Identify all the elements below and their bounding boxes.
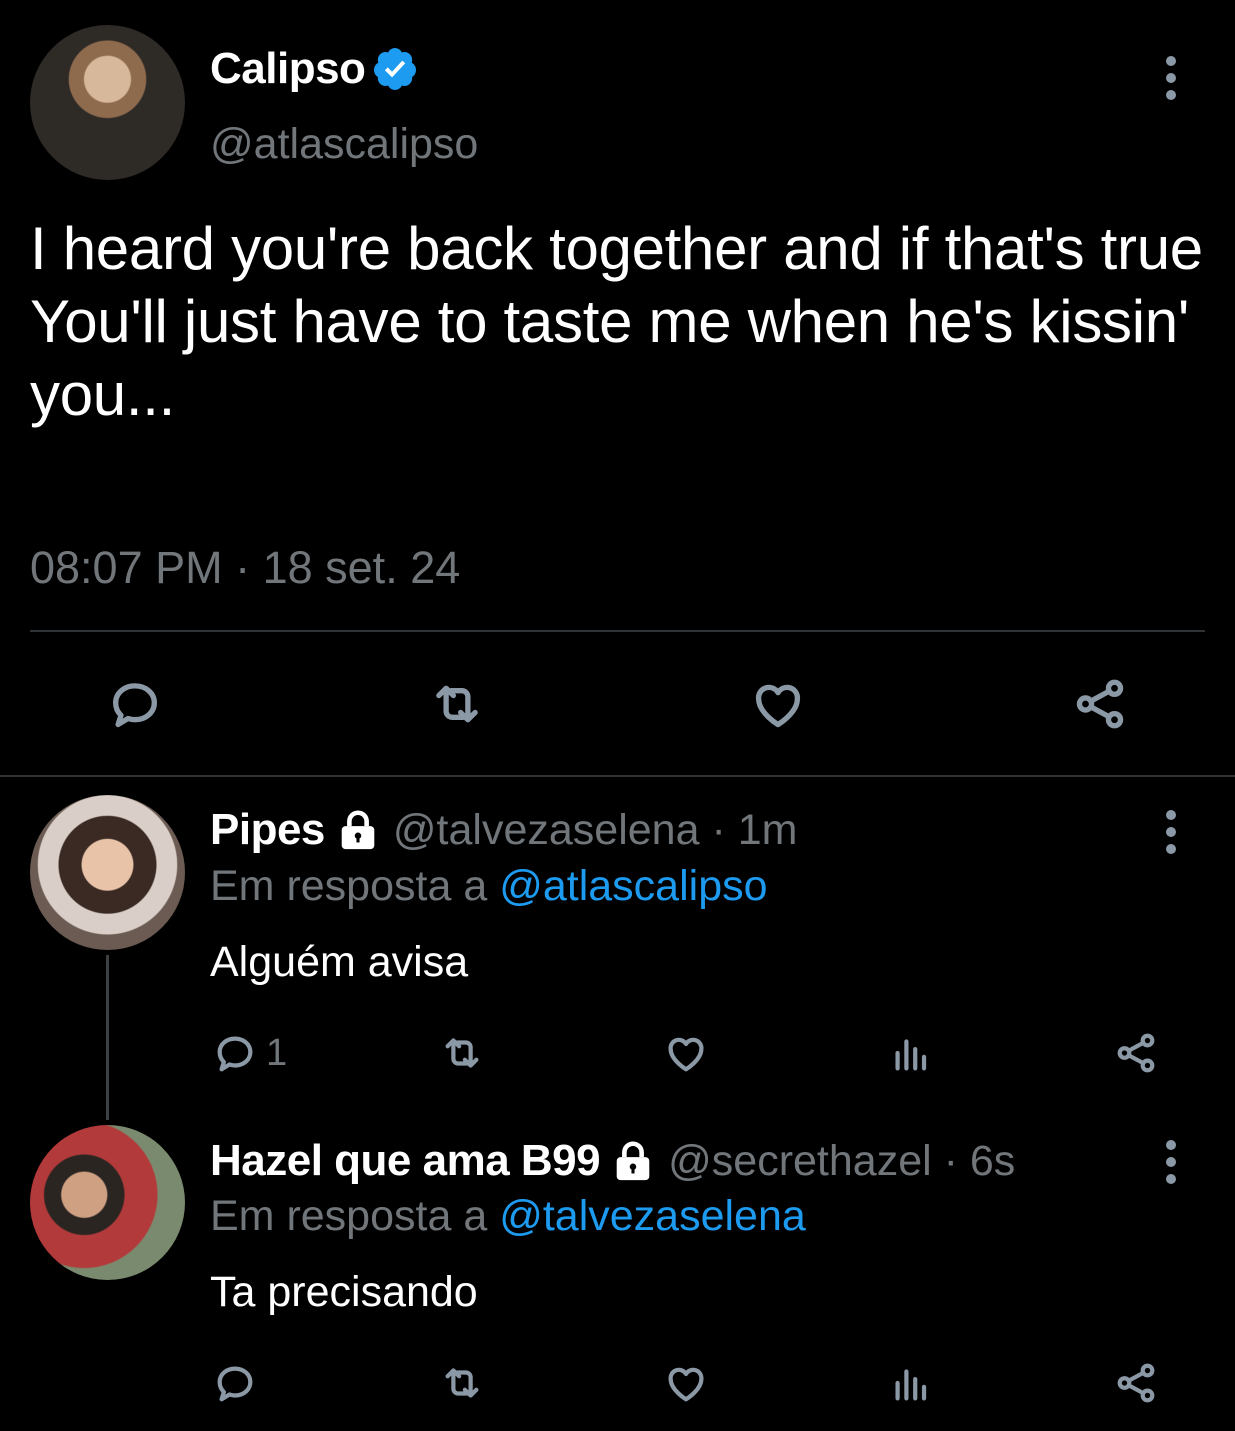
like-icon (668, 1037, 704, 1072)
reply-to-label: Em resposta a (210, 862, 500, 910)
retweet-icon (445, 1038, 479, 1068)
retweet-button[interactable] (435, 1030, 489, 1076)
like-button[interactable] (748, 675, 808, 733)
reply-author-handle[interactable]: @talvezaselena (393, 806, 700, 855)
reply-age: 1m (737, 805, 798, 854)
reply-author-handle[interactable]: @secrethazel (668, 1137, 932, 1186)
analytics-button[interactable] (888, 1030, 934, 1076)
reply-to-line: Em resposta a @atlascalipso (210, 862, 768, 911)
share-icon (1117, 1033, 1155, 1073)
more-options-icon[interactable] (1166, 1140, 1176, 1184)
separator-dot: · (699, 805, 738, 854)
reply-to-mention[interactable]: @atlascalipso (499, 862, 767, 910)
analytics-button[interactable] (888, 1360, 934, 1406)
more-options-icon[interactable] (1166, 56, 1176, 100)
retweet-button[interactable] (425, 675, 489, 733)
like-button[interactable] (662, 1360, 710, 1406)
verified-badge-icon (374, 48, 417, 90)
reply-icon (217, 1036, 253, 1072)
reply-button[interactable] (106, 675, 164, 733)
reply-to-label: Em resposta a (210, 1192, 500, 1240)
reply-header: Hazel que ama B99 @secrethazel · 6s (210, 1136, 1015, 1186)
pipes-avatar[interactable] (30, 795, 185, 950)
thread-connector-line (106, 955, 109, 1120)
main-tweet-text: I heard you're back together and if that… (30, 215, 1203, 428)
share-icon (1076, 679, 1124, 729)
analytics-icon (895, 1039, 927, 1071)
reply-text: Alguém avisa (210, 938, 469, 986)
reply-icon (217, 1366, 253, 1402)
reply-age: 6s (969, 1136, 1016, 1185)
main-author-handle[interactable]: @atlascalipso (210, 120, 478, 169)
tweet-detail-page: Calipso @atlascalipso I heard you're bac… (0, 0, 1235, 1431)
main-tweet-timestamp: 08:07 PM · 18 set. 24 (30, 542, 461, 593)
divider (0, 775, 1235, 777)
lock-icon (616, 1141, 650, 1181)
reply-button[interactable]: 1 (212, 1030, 287, 1076)
calipso-avatar[interactable] (30, 25, 185, 180)
analytics-icon (895, 1369, 927, 1401)
retweet-icon (445, 1368, 479, 1398)
retweet-icon (436, 685, 478, 723)
reply-author-name[interactable]: Hazel que ama B99 (210, 1136, 601, 1186)
share-button[interactable] (1070, 675, 1130, 733)
reply-button[interactable] (212, 1360, 258, 1406)
lock-icon (341, 810, 375, 850)
reply-author-name[interactable]: Pipes (210, 805, 325, 855)
main-author-name[interactable]: Calipso (210, 44, 366, 94)
like-icon (755, 684, 801, 728)
separator-dot: · (931, 1136, 970, 1185)
reply-to-line: Em resposta a @talvezaselena (210, 1192, 806, 1241)
like-icon (668, 1367, 704, 1402)
reply-to-mention[interactable]: @talvezaselena (499, 1192, 806, 1240)
reply-header: Pipes @talvezaselena · 1m (210, 805, 797, 855)
reply-text: Ta precisando (210, 1268, 478, 1316)
reply-count: 1 (266, 1031, 288, 1074)
reply-icon (113, 683, 157, 728)
divider (30, 630, 1205, 632)
retweet-button[interactable] (435, 1360, 489, 1406)
share-button[interactable] (1112, 1360, 1160, 1406)
more-options-icon[interactable] (1166, 810, 1176, 854)
like-button[interactable] (662, 1030, 710, 1076)
share-icon (1117, 1363, 1155, 1403)
hazel-avatar[interactable] (30, 1125, 185, 1280)
main-author-row: Calipso (210, 44, 419, 94)
share-button[interactable] (1112, 1030, 1160, 1076)
